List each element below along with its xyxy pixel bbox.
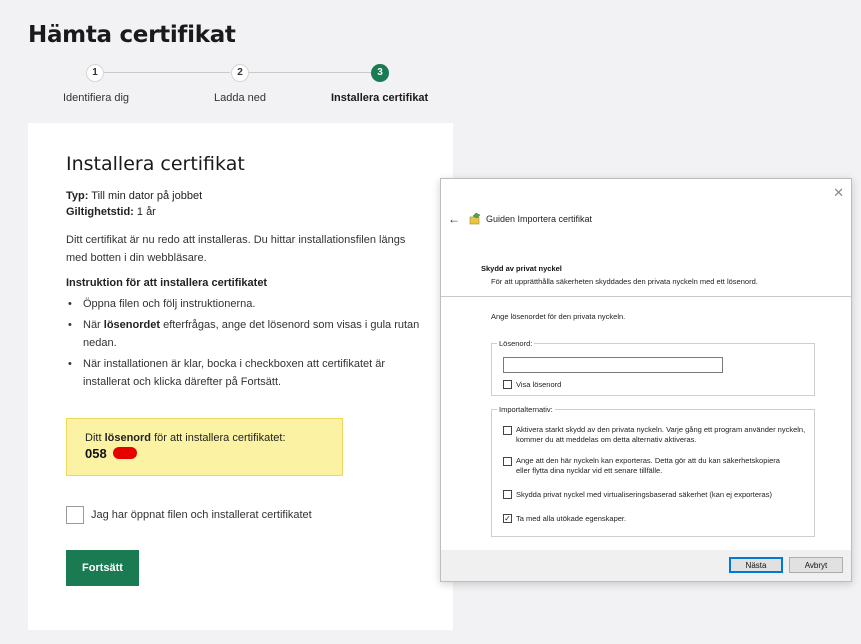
page-title: Hämta certifikat xyxy=(28,22,236,48)
import-options-title: Importalternativ: xyxy=(497,405,555,414)
certificate-wizard-icon xyxy=(469,212,481,225)
step-2-label: Ladda ned xyxy=(214,92,266,104)
stepper-line xyxy=(104,72,230,73)
instructions-list: • Öppna filen och följ instruktionerna. … xyxy=(66,295,426,394)
certificate-validity: Giltighetstid: 1 år xyxy=(66,206,156,218)
step-2-circle: 2 xyxy=(231,64,249,82)
password-box-label: Ditt lösenord för att installera certifi… xyxy=(85,432,286,444)
vbs-protection-checkbox[interactable] xyxy=(503,490,512,499)
validity-label: Giltighetstid: xyxy=(66,206,134,218)
extended-properties-checkbox[interactable]: ✓ xyxy=(503,514,512,523)
dialog-title: Guiden Importera certifikat xyxy=(486,214,593,224)
strong-protection-checkbox[interactable] xyxy=(503,426,512,435)
certificate-import-dialog: ✕ ← Guiden Importera certifikat Skydd av… xyxy=(440,178,852,582)
import-options-group: Importalternativ: Aktivera starkt skydd … xyxy=(491,405,815,537)
install-description: Ditt certifikat är nu redo att installer… xyxy=(66,234,406,264)
exportable-key-checkbox[interactable] xyxy=(503,457,512,466)
card-title: Installera certifikat xyxy=(66,153,245,175)
next-button[interactable]: Nästa xyxy=(729,557,783,573)
back-arrow-icon[interactable]: ← xyxy=(448,212,460,226)
password-group-title: Lösenord: xyxy=(497,339,535,348)
dialog-footer: Nästa Avbryt xyxy=(441,550,851,581)
strong-protection-label[interactable]: Aktivera starkt skydd av den privata nyc… xyxy=(516,425,811,445)
installed-confirm-label[interactable]: Jag har öppnat filen och installerat cer… xyxy=(91,509,312,521)
close-icon[interactable]: ✕ xyxy=(833,185,844,201)
type-label: Typ: xyxy=(66,190,89,202)
password-value: 058 xyxy=(85,446,107,461)
certificate-type: Typ: Till min dator på jobbet xyxy=(66,190,202,202)
bullet-icon: • xyxy=(68,319,72,331)
list-item: • Öppna filen och följ instruktionerna. xyxy=(66,295,426,313)
dialog-password-input[interactable] xyxy=(503,357,723,373)
stepper: 1 Identifiera dig 2 Ladda ned 3 Installe… xyxy=(0,62,470,112)
section-description: För att upprätthålla säkerheten skyddade… xyxy=(491,277,758,286)
step-1-circle: 1 xyxy=(86,64,104,82)
section-heading: Skydd av privat nyckel xyxy=(481,264,562,273)
divider xyxy=(441,296,851,297)
vbs-protection-label[interactable]: Skydda privat nyckel med virtualiserings… xyxy=(516,490,811,500)
bullet-icon: • xyxy=(68,358,72,370)
list-item: • När installationen är klar, bocka i ch… xyxy=(66,355,426,391)
continue-button[interactable]: Fortsätt xyxy=(66,550,139,586)
show-password-label[interactable]: Visa lösenord xyxy=(516,380,561,390)
step-3-circle: 3 xyxy=(371,64,389,82)
install-card: Installera certifikat Typ: Till min dato… xyxy=(28,123,453,630)
bullet-icon: • xyxy=(68,298,72,310)
type-value: Till min dator på jobbet xyxy=(91,190,203,202)
password-box: Ditt lösenord för att installera certifi… xyxy=(66,418,343,476)
password-prompt: Ange lösenordet för den privata nyckeln. xyxy=(491,312,626,321)
validity-value: 1 år xyxy=(136,206,156,218)
show-password-checkbox[interactable] xyxy=(503,380,512,389)
password-group: Lösenord: Visa lösenord xyxy=(491,339,815,396)
step-1-label: Identifiera dig xyxy=(63,92,130,104)
exportable-key-label[interactable]: Ange att den här nyckeln kan exporteras.… xyxy=(516,456,796,476)
cancel-button[interactable]: Avbryt xyxy=(789,557,843,573)
password-redaction xyxy=(113,447,137,459)
list-item: • När lösenordet efterfrågas, ange det l… xyxy=(66,316,426,352)
extended-properties-label[interactable]: Ta med alla utökade egenskaper. xyxy=(516,514,626,524)
installed-confirm-checkbox[interactable] xyxy=(66,506,84,524)
instructions-heading: Instruktion för att installera certifika… xyxy=(66,277,268,289)
step-3-label: Installera certifikat xyxy=(331,92,429,104)
stepper-line xyxy=(249,72,371,73)
